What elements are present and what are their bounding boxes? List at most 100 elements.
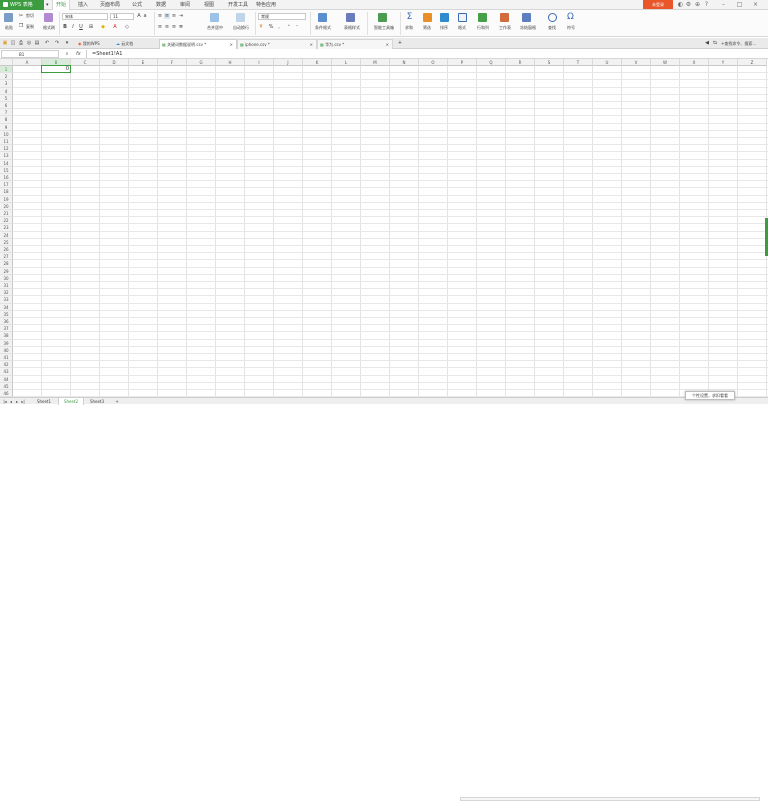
- open-folder-icon[interactable]: ▣: [2, 40, 8, 46]
- formula-input[interactable]: =Sheet1!A1: [86, 50, 766, 58]
- arrow-icon[interactable]: ⊕: [694, 1, 701, 8]
- menu-formula[interactable]: 公式: [132, 0, 142, 10]
- border-icon[interactable]: ⊞: [88, 24, 94, 30]
- save-icon[interactable]: ◫: [10, 40, 16, 46]
- menu-insert[interactable]: 插入: [78, 0, 88, 10]
- row-header[interactable]: 34: [0, 303, 13, 311]
- row-header[interactable]: 14: [0, 159, 13, 167]
- row-header[interactable]: 26: [0, 246, 13, 254]
- align-right-icon[interactable]: ≡: [171, 24, 177, 30]
- format-painter-label[interactable]: 格式刷: [41, 25, 57, 30]
- column-header[interactable]: T: [564, 59, 593, 66]
- row-header[interactable]: 23: [0, 224, 13, 232]
- find-icon[interactable]: [548, 13, 557, 22]
- column-header[interactable]: H: [216, 59, 245, 66]
- font-shrink-icon[interactable]: a: [142, 13, 148, 19]
- italic-icon[interactable]: I: [70, 24, 76, 30]
- sum-icon[interactable]: Σ: [405, 13, 414, 22]
- row-header[interactable]: 10: [0, 130, 13, 138]
- row-header[interactable]: 33: [0, 296, 13, 304]
- column-header[interactable]: V: [622, 59, 651, 66]
- row-header[interactable]: 20: [0, 202, 13, 210]
- row-header[interactable]: 4: [0, 87, 13, 95]
- column-header[interactable]: K: [303, 59, 332, 66]
- menu-data[interactable]: 数据: [156, 0, 166, 10]
- column-header[interactable]: S: [535, 59, 564, 66]
- conditional-format-icon[interactable]: [318, 13, 327, 22]
- font-size-select[interactable]: 11: [110, 13, 134, 20]
- sum-label[interactable]: 求和: [401, 25, 417, 30]
- paste-icon[interactable]: [4, 13, 13, 22]
- column-header[interactable]: U: [593, 59, 622, 66]
- column-header[interactable]: X: [680, 59, 709, 66]
- smart-toolbox-icon[interactable]: [378, 13, 387, 22]
- number-format-select[interactable]: 常规: [258, 13, 306, 20]
- underline-icon[interactable]: U: [78, 24, 84, 30]
- freeze-panes-icon[interactable]: [522, 13, 531, 22]
- column-header[interactable]: N: [390, 59, 419, 66]
- row-header[interactable]: 18: [0, 188, 13, 196]
- row-header[interactable]: 8: [0, 116, 13, 124]
- column-header[interactable]: M: [361, 59, 390, 66]
- print-icon[interactable]: ⎙: [18, 40, 24, 46]
- row-header[interactable]: 13: [0, 152, 13, 160]
- menu-view[interactable]: 视图: [204, 0, 214, 10]
- column-header[interactable]: E: [129, 59, 158, 66]
- clear-format-icon[interactable]: ◇: [124, 24, 130, 30]
- merge-center-icon[interactable]: [210, 13, 219, 22]
- column-header[interactable]: R: [506, 59, 535, 66]
- row-header[interactable]: 38: [0, 332, 13, 340]
- align-left-icon[interactable]: ≡: [157, 24, 163, 30]
- menu-page-layout[interactable]: 页面布局: [100, 0, 120, 10]
- active-cell[interactable]: 0: [41, 65, 71, 74]
- currency-icon[interactable]: ¥: [258, 24, 264, 30]
- table-style-icon[interactable]: [346, 13, 355, 22]
- spreadsheet-grid[interactable]: A B C D E F G H I J K L M N O P Q R S T U V W X Y Z 1 2 3 4 5 6 7 8 9 10 11 1…: [0, 59, 768, 397]
- tab-iphone-csv[interactable]: ▦ iphone.csv * ×: [237, 39, 317, 49]
- login-button[interactable]: 未登录: [643, 0, 673, 9]
- format-icon[interactable]: [458, 13, 467, 22]
- column-header[interactable]: W: [651, 59, 680, 66]
- symbol-label[interactable]: 符号: [562, 25, 580, 30]
- row-header[interactable]: 32: [0, 289, 13, 297]
- row-header[interactable]: 46: [0, 390, 13, 397]
- tab-cloud-docs[interactable]: ☁ 云文档: [114, 39, 150, 49]
- align-top-icon[interactable]: ≡: [157, 13, 163, 19]
- merge-center-label[interactable]: 合并居中: [202, 25, 228, 30]
- row-header[interactable]: 31: [0, 282, 13, 290]
- bold-icon[interactable]: B: [62, 24, 68, 30]
- menu-review[interactable]: 审阅: [180, 0, 190, 10]
- indent-icon[interactable]: ⇥: [178, 13, 184, 19]
- new-tab-icon[interactable]: +: [397, 40, 403, 46]
- paste-label[interactable]: 粘贴: [2, 25, 16, 30]
- format-painter-icon[interactable]: [44, 13, 53, 22]
- cut-icon[interactable]: ✂: [18, 13, 24, 19]
- sort-label[interactable]: 排序: [436, 25, 452, 30]
- row-header[interactable]: 27: [0, 253, 13, 261]
- wrap-text-icon[interactable]: [236, 13, 245, 22]
- font-color-icon[interactable]: A: [112, 24, 118, 30]
- preview-icon[interactable]: ◎: [26, 40, 32, 46]
- row-header[interactable]: 19: [0, 195, 13, 203]
- row-header[interactable]: 45: [0, 382, 13, 390]
- row-header[interactable]: 5: [0, 94, 13, 102]
- fill-color-icon[interactable]: ◆: [100, 24, 106, 30]
- tab-my-wps[interactable]: ◉ 我的WPS: [76, 39, 114, 49]
- close-icon[interactable]: ×: [752, 1, 759, 8]
- column-header[interactable]: C: [71, 59, 100, 66]
- table-style-label[interactable]: 表格样式: [339, 25, 365, 30]
- smart-toolbox-label[interactable]: 智能工具箱: [370, 25, 398, 30]
- row-header[interactable]: 36: [0, 318, 13, 326]
- row-header[interactable]: 6: [0, 102, 13, 110]
- row-header[interactable]: 22: [0, 217, 13, 225]
- find-label[interactable]: 查找: [543, 25, 561, 30]
- wrap-text-label[interactable]: 自动换行: [229, 25, 253, 30]
- quick-access-dropdown-icon[interactable]: ▾: [64, 40, 70, 46]
- increase-decimal-icon[interactable]: ⁺: [286, 24, 292, 30]
- copy-label[interactable]: 复制: [26, 24, 34, 29]
- app-menu-button[interactable]: WPS 表格: [0, 0, 44, 10]
- row-header[interactable]: 16: [0, 174, 13, 182]
- symbol-icon[interactable]: Ω: [566, 13, 575, 22]
- select-all-corner[interactable]: [0, 59, 13, 66]
- expand-ribbon-icon[interactable]: ⇆: [712, 40, 718, 46]
